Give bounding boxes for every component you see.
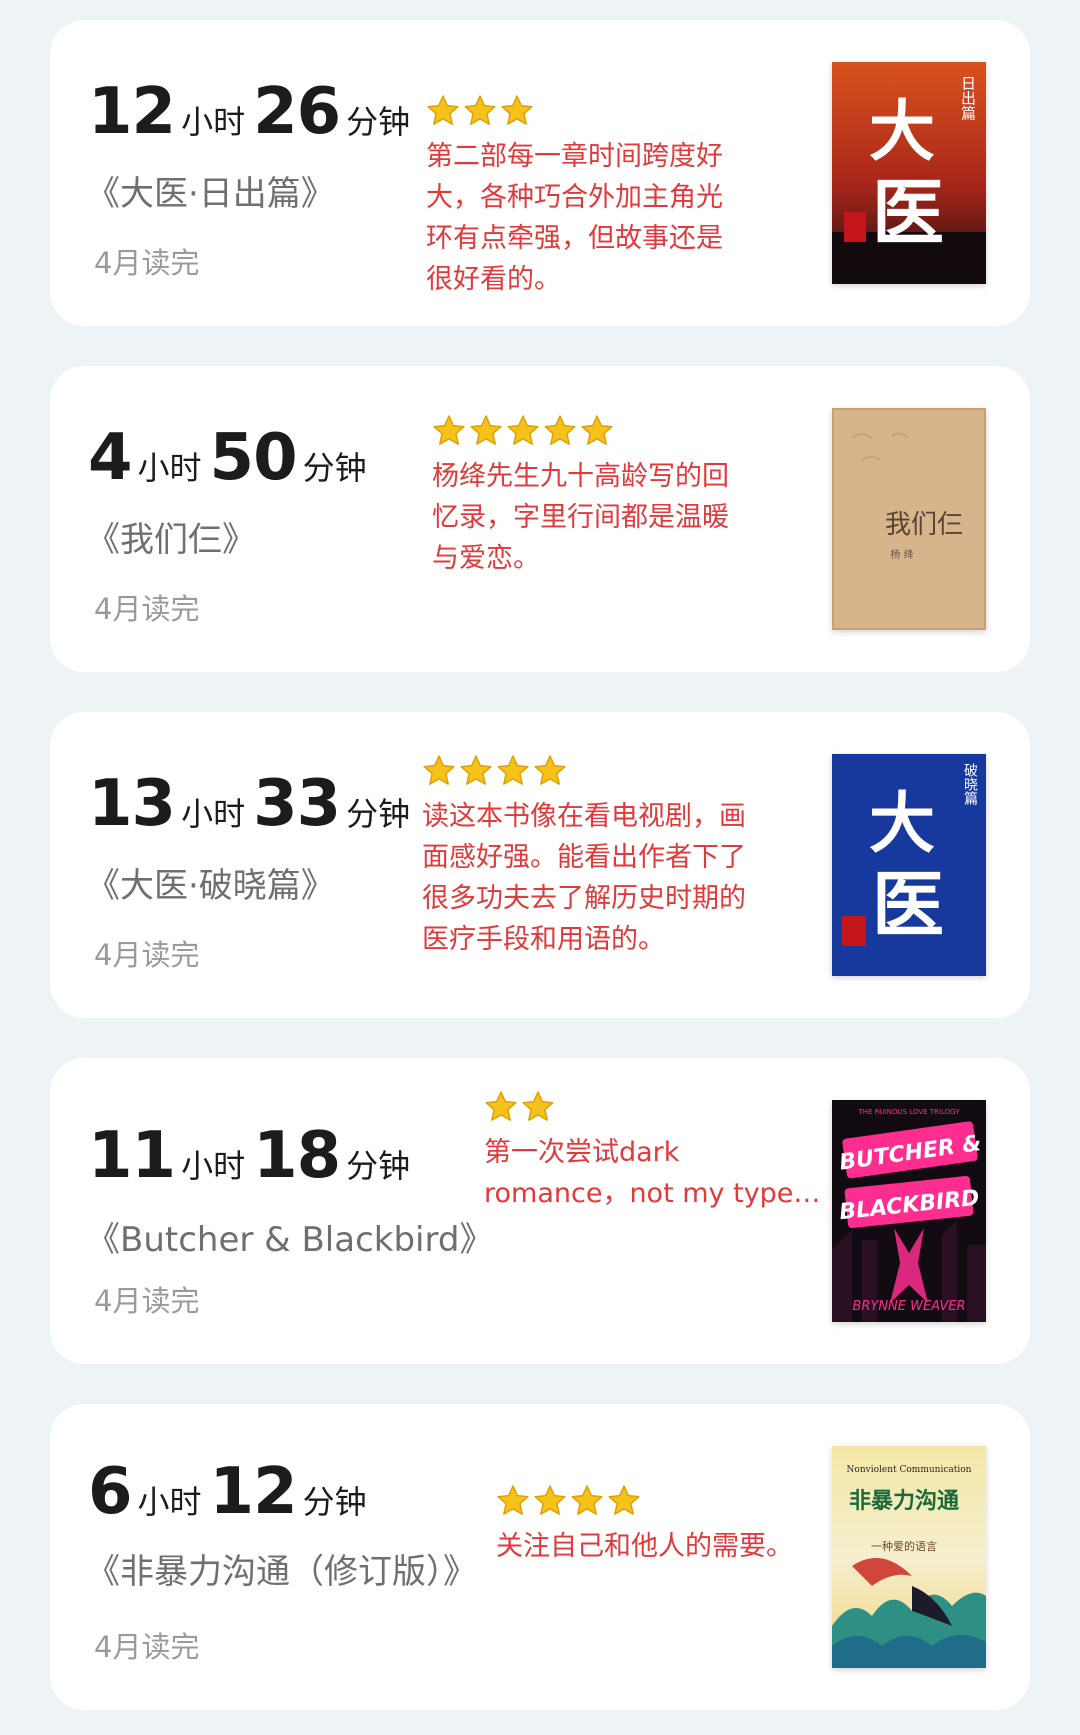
minutes-value: 12 xyxy=(209,1455,298,1529)
cover-title-line2: 医 xyxy=(872,862,944,947)
book-cover-butcher-blackbird[interactable]: THE RUINOUS LOVE TRILOGY BUTCHER & BLACK… xyxy=(832,1100,986,1322)
star-icon xyxy=(581,415,613,445)
cover-art: 大 医 日出篇 xyxy=(832,62,986,284)
minutes-value: 18 xyxy=(253,1119,341,1193)
hours-value: 6 xyxy=(88,1455,133,1529)
star-icon xyxy=(433,415,465,445)
star-icon xyxy=(608,1485,640,1515)
finish-date: 4月读完 xyxy=(94,1630,200,1664)
reading-duration: 6 小时 12 分钟 xyxy=(88,1460,375,1524)
star-rating xyxy=(432,414,752,448)
star-icon xyxy=(522,1091,554,1121)
reading-duration: 11 小时 18 分钟 xyxy=(88,1124,418,1188)
star-rating xyxy=(426,94,746,128)
finish-date: 4月读完 xyxy=(94,1284,200,1318)
minutes-unit: 分钟 xyxy=(346,1147,411,1185)
hours-unit: 小时 xyxy=(181,795,246,833)
minutes-value: 33 xyxy=(253,767,341,841)
minutes-value: 50 xyxy=(209,421,298,495)
finish-date: 4月读完 xyxy=(94,938,200,972)
minutes-unit: 分钟 xyxy=(346,103,411,141)
reading-record-list: 12 小时 26 分钟 《大医·日出篇》 4月读完 第二部每一章时间跨度好大，各种巧合… xyxy=(0,0,1080,1735)
cover-art: THE RUINOUS LOVE TRILOGY BUTCHER & BLACK… xyxy=(832,1100,986,1322)
star-icon xyxy=(427,95,459,125)
star-icon xyxy=(460,755,492,785)
cover-title: 我们仨 xyxy=(885,510,963,540)
reading-duration: 4 小时 50 分钟 xyxy=(88,426,375,490)
reading-duration: 12 小时 26 分钟 xyxy=(88,80,418,144)
review-comment: 第一次尝试dark romance，not my type… xyxy=(484,1137,821,1209)
book-cover-women-sa[interactable]: 我们仨 杨 绛 xyxy=(832,408,986,630)
book-card[interactable]: 12 小时 26 分钟 《大医·日出篇》 4月读完 第二部每一章时间跨度好大，各种巧合… xyxy=(50,20,1030,326)
hours-value: 11 xyxy=(88,1119,176,1193)
star-icon xyxy=(485,1091,517,1121)
star-icon xyxy=(571,1485,603,1515)
minutes-value: 26 xyxy=(253,75,341,149)
hours-value: 4 xyxy=(88,421,133,495)
star-icon xyxy=(534,1485,566,1515)
cover-series: THE RUINOUS LOVE TRILOGY xyxy=(858,1108,961,1116)
book-card[interactable]: 11 小时 18 分钟 《Butcher & Blackbird》 4月读完 第一次尝… xyxy=(50,1058,1030,1364)
book-title[interactable]: 《Butcher & Blackbird》 xyxy=(86,1212,493,1261)
cover-art: 我们仨 杨 绛 xyxy=(832,408,986,630)
review-comment: 第二部每一章时间跨度好大，各种巧合外加主角光环有点牵强，但故事还是很好看的。 xyxy=(426,141,723,295)
star-icon xyxy=(423,755,455,785)
cover-art: Nonviolent Communication 非暴力沟通 一种爱的语言 xyxy=(832,1446,986,1668)
cover-slogan: 一种爱的语言 xyxy=(871,1539,937,1553)
star-icon xyxy=(497,755,529,785)
star-icon xyxy=(534,755,566,785)
star-icon xyxy=(544,415,576,445)
cover-english-title: Nonviolent Communication xyxy=(847,1465,972,1475)
book-review: 第二部每一章时间跨度好大，各种巧合外加主角光环有点牵强，但故事还是很好看的。 xyxy=(426,94,746,300)
book-card[interactable]: 6 小时 12 分钟 《非暴力沟通（修订版）》 4月读完 关注自己和他人的需要。 No… xyxy=(50,1404,1030,1710)
star-rating xyxy=(484,1090,824,1124)
hours-value: 13 xyxy=(88,767,176,841)
finish-date: 4月读完 xyxy=(94,246,200,280)
cover-title: 非暴力沟通 xyxy=(849,1488,959,1514)
book-review: 杨绛先生九十高龄写的回忆录，字里行间都是温暖与爱恋。 xyxy=(432,414,752,579)
cover-author: 杨 绛 xyxy=(890,548,913,561)
hours-unit: 小时 xyxy=(137,449,202,487)
review-comment: 杨绛先生九十高龄写的回忆录，字里行间都是温暖与爱恋。 xyxy=(432,461,729,574)
review-comment: 关注自己和他人的需要。 xyxy=(496,1531,793,1562)
book-cover-dayi-poxiao[interactable]: 大 医 破晓篇 xyxy=(832,754,986,976)
cover-title-line1: 大 xyxy=(869,92,935,170)
cover-title-line1: 大 xyxy=(869,784,935,862)
minutes-unit: 分钟 xyxy=(302,449,367,487)
book-card[interactable]: 4 小时 50 分钟 《我们仨》 4月读完 杨绛先生九十高龄写的回忆录，字里行间都是温… xyxy=(50,366,1030,672)
book-title[interactable]: 《我们仨》 xyxy=(86,512,256,561)
finish-date: 4月读完 xyxy=(94,592,200,626)
cover-author: BRYNNE WEAVER xyxy=(852,1299,965,1314)
book-cover-nonviolent-communication[interactable]: Nonviolent Communication 非暴力沟通 一种爱的语言 xyxy=(832,1446,986,1668)
minutes-unit: 分钟 xyxy=(346,795,411,833)
book-card[interactable]: 13 小时 33 分钟 《大医·破晓篇》 4月读完 读这本书像在看电视剧，画面感好强。… xyxy=(50,712,1030,1018)
cover-title-line2: 医 xyxy=(872,170,944,255)
star-icon xyxy=(464,95,496,125)
hours-value: 12 xyxy=(88,75,176,149)
hours-unit: 小时 xyxy=(181,1147,246,1185)
book-review: 第一次尝试dark romance，not my type… xyxy=(484,1090,824,1214)
minutes-unit: 分钟 xyxy=(302,1483,367,1521)
cover-art: 大 医 破晓篇 xyxy=(832,754,986,976)
star-rating xyxy=(496,1484,796,1518)
reading-duration: 13 小时 33 分钟 xyxy=(88,772,418,836)
star-icon xyxy=(507,415,539,445)
book-title[interactable]: 《大医·日出篇》 xyxy=(86,166,335,215)
star-icon xyxy=(501,95,533,125)
cover-subtitle: 日出篇 xyxy=(959,76,977,121)
hours-unit: 小时 xyxy=(181,103,246,141)
star-rating xyxy=(422,754,772,788)
cover-subtitle: 破晓篇 xyxy=(962,763,978,805)
star-icon xyxy=(497,1485,529,1515)
book-title[interactable]: 《非暴力沟通（修订版）》 xyxy=(86,1544,477,1593)
book-review: 读这本书像在看电视剧，画面感好强。能看出作者下了很多功夫去了解历史时期的医疗手段… xyxy=(422,754,772,960)
review-comment: 读这本书像在看电视剧，画面感好强。能看出作者下了很多功夫去了解历史时期的医疗手段… xyxy=(422,801,746,955)
hours-unit: 小时 xyxy=(137,1483,202,1521)
book-title[interactable]: 《大医·破晓篇》 xyxy=(86,858,335,907)
star-icon xyxy=(470,415,502,445)
book-cover-dayi-richu[interactable]: 大 医 日出篇 xyxy=(832,62,986,284)
book-review: 关注自己和他人的需要。 xyxy=(496,1484,796,1567)
